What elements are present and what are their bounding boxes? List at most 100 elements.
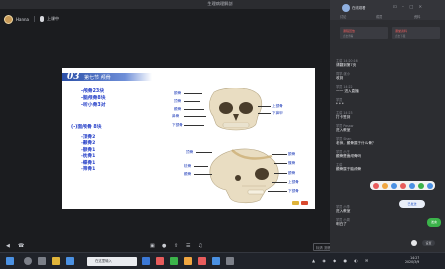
app-icon[interactable]	[198, 257, 206, 265]
folder-icon[interactable]	[52, 257, 60, 265]
presenter-avatar[interactable]	[4, 14, 13, 24]
face-bones-list: -顶骨2 -颞骨2 -额骨1 -枕骨1 -蝶骨1 -筛骨1	[81, 135, 95, 173]
app-icon[interactable]	[212, 257, 220, 265]
star-icon[interactable]	[409, 182, 415, 189]
window-controls[interactable]: ⊡ – □ ✕	[393, 4, 424, 9]
app-icon[interactable]	[66, 257, 74, 265]
leader-line	[184, 116, 206, 117]
taskbar: 在这里输入 ▲ ◉ ◆ ● ◐ ✉ 14:27 2020/3/9	[0, 252, 445, 269]
thumb-icon[interactable]	[391, 182, 397, 189]
presenter-status: 上课中	[46, 16, 59, 21]
browser-icon[interactable]	[142, 257, 150, 265]
chat-message: 学员 * * *	[336, 98, 344, 106]
record-icon[interactable]: ●	[162, 243, 166, 249]
label-front: 额骨	[174, 91, 182, 95]
main-stage: Hanna 上课中 03 第七节 颅骨 -颅骨23块 -脑颅骨8块 -听小骨3对…	[0, 9, 330, 241]
chat-message: 学员 小李 进入教室	[336, 205, 351, 213]
volume-icon[interactable]: ◀	[6, 243, 10, 249]
gift-icon[interactable]	[400, 182, 406, 189]
settings-button[interactable]: 设置	[422, 240, 435, 246]
leader-line	[194, 166, 208, 167]
tab-files[interactable]: 资料	[414, 14, 420, 19]
task-view-icon[interactable]	[38, 257, 46, 265]
leader-line	[272, 154, 287, 155]
leader-line	[268, 191, 287, 192]
live-class-app: 生理病理解剖 Hanna 上课中 03 第七节 颅骨 -颅骨23块 -脑颅骨8块…	[0, 0, 445, 269]
presenter-bar: Hanna 上课中	[4, 12, 59, 26]
label-front: 下颌骨	[172, 123, 183, 127]
system-tray[interactable]: ▲ ◉ ◆ ● ◐ ✉	[312, 258, 371, 263]
label-side: 颞骨	[184, 172, 192, 176]
chat-message: 主讲 14:23 打卡签到	[336, 111, 353, 119]
chat-message: 学员 Pasaw 进入教室	[336, 124, 354, 132]
face-bones-heading: (-)面颅骨 8块	[71, 125, 102, 130]
window-title: 生理病理解剖	[207, 1, 233, 6]
leader-line	[258, 106, 271, 107]
slide-next-button[interactable]	[301, 201, 308, 205]
list-item: -筛骨1	[81, 167, 96, 173]
leader-line	[272, 182, 287, 183]
card-title: 课程回放	[343, 29, 356, 33]
leader-line	[196, 152, 212, 153]
app-icon[interactable]	[170, 257, 178, 265]
chat-message: 学员 小王 颞骨是面颅骨吗	[336, 150, 362, 158]
mic-icon[interactable]	[39, 16, 44, 22]
leader-line	[184, 125, 204, 126]
slide-header: 03 第七节 颅骨	[62, 72, 315, 82]
search-icon[interactable]	[24, 257, 32, 265]
sent-bubble: 已发送	[399, 200, 425, 208]
settings-icon[interactable]: ☰	[186, 243, 190, 249]
clock-date: 2020/3/9	[405, 260, 420, 264]
chat-message: 主讲 14:20:16 请翻到第7页	[336, 59, 358, 67]
user-name: 在线观看	[352, 6, 366, 10]
phone-icon[interactable]: ☎	[18, 243, 24, 249]
chat-message: 主讲 颞骨属于脑颅骨	[336, 163, 362, 171]
more-icon[interactable]	[427, 182, 433, 189]
leader-line	[274, 163, 287, 164]
label-side: 上颌骨	[288, 180, 299, 184]
start-icon[interactable]	[6, 257, 14, 265]
card-subtitle: 点击查看	[343, 35, 354, 38]
tab-discussion[interactable]: 讨论	[340, 14, 346, 19]
user-avatar[interactable]	[342, 4, 350, 12]
heart-icon[interactable]	[373, 182, 379, 189]
label-side: 颧骨	[288, 171, 296, 175]
label-side: 额骨	[288, 152, 296, 156]
label-side: 下颌骨	[288, 189, 299, 193]
replay-card[interactable]: 课程回放 点击查看	[340, 27, 388, 39]
taskbar-search-input[interactable]: 在这里输入	[87, 257, 137, 266]
share-icon[interactable]	[418, 182, 424, 189]
chat-message: 同学-张小 收到	[336, 72, 350, 80]
list-item: -颞骨2	[81, 141, 96, 147]
slide-prev-button[interactable]	[292, 201, 299, 205]
music-icon[interactable]: ♫	[198, 243, 202, 249]
list-item: -脑颅骨8块	[81, 96, 106, 102]
tab-members[interactable]: 成员	[376, 14, 382, 19]
label-side: 顶骨	[186, 150, 194, 154]
leader-line	[184, 101, 200, 102]
panel-footer: 设置	[330, 237, 445, 252]
taskbar-clock[interactable]: 14:27 2020/3/9	[405, 256, 419, 264]
presenter-name: Hanna	[16, 16, 29, 22]
label-front: 鼻骨	[172, 114, 180, 118]
flower-icon[interactable]	[382, 182, 388, 189]
leader-line	[258, 113, 271, 114]
skull-side-image	[209, 148, 279, 204]
chat-message: 学员 小周 明白了	[336, 218, 350, 226]
app-icon[interactable]	[184, 257, 192, 265]
skull-front-image	[209, 88, 263, 131]
screen-icon[interactable]: ▣	[150, 243, 155, 249]
divider	[33, 16, 35, 22]
player-controls: ◀ ☎ ▣ ● ⇪ ☰ ♫ 标清 流畅	[0, 241, 334, 252]
chat-message: 学员 14:22 一一 进入直播	[336, 85, 359, 93]
speak-button[interactable]: 发言	[427, 218, 441, 227]
app-icon[interactable]	[156, 257, 164, 265]
label-front: 顶骨	[174, 99, 182, 103]
chat-message: 学员 Shan 老师，颞骨属于什么骨？	[336, 137, 376, 145]
reaction-bar[interactable]	[370, 181, 435, 190]
lecture-slide: 03 第七节 颅骨 -颅骨23块 -脑颅骨8块 -听小骨3对 (-)面颅骨 8块…	[62, 68, 315, 209]
materials-card[interactable]: 课堂资料 点击下载	[392, 27, 440, 39]
share-icon[interactable]: ⇪	[174, 243, 178, 249]
leader-line	[184, 109, 204, 110]
app-icon[interactable]	[226, 257, 234, 265]
